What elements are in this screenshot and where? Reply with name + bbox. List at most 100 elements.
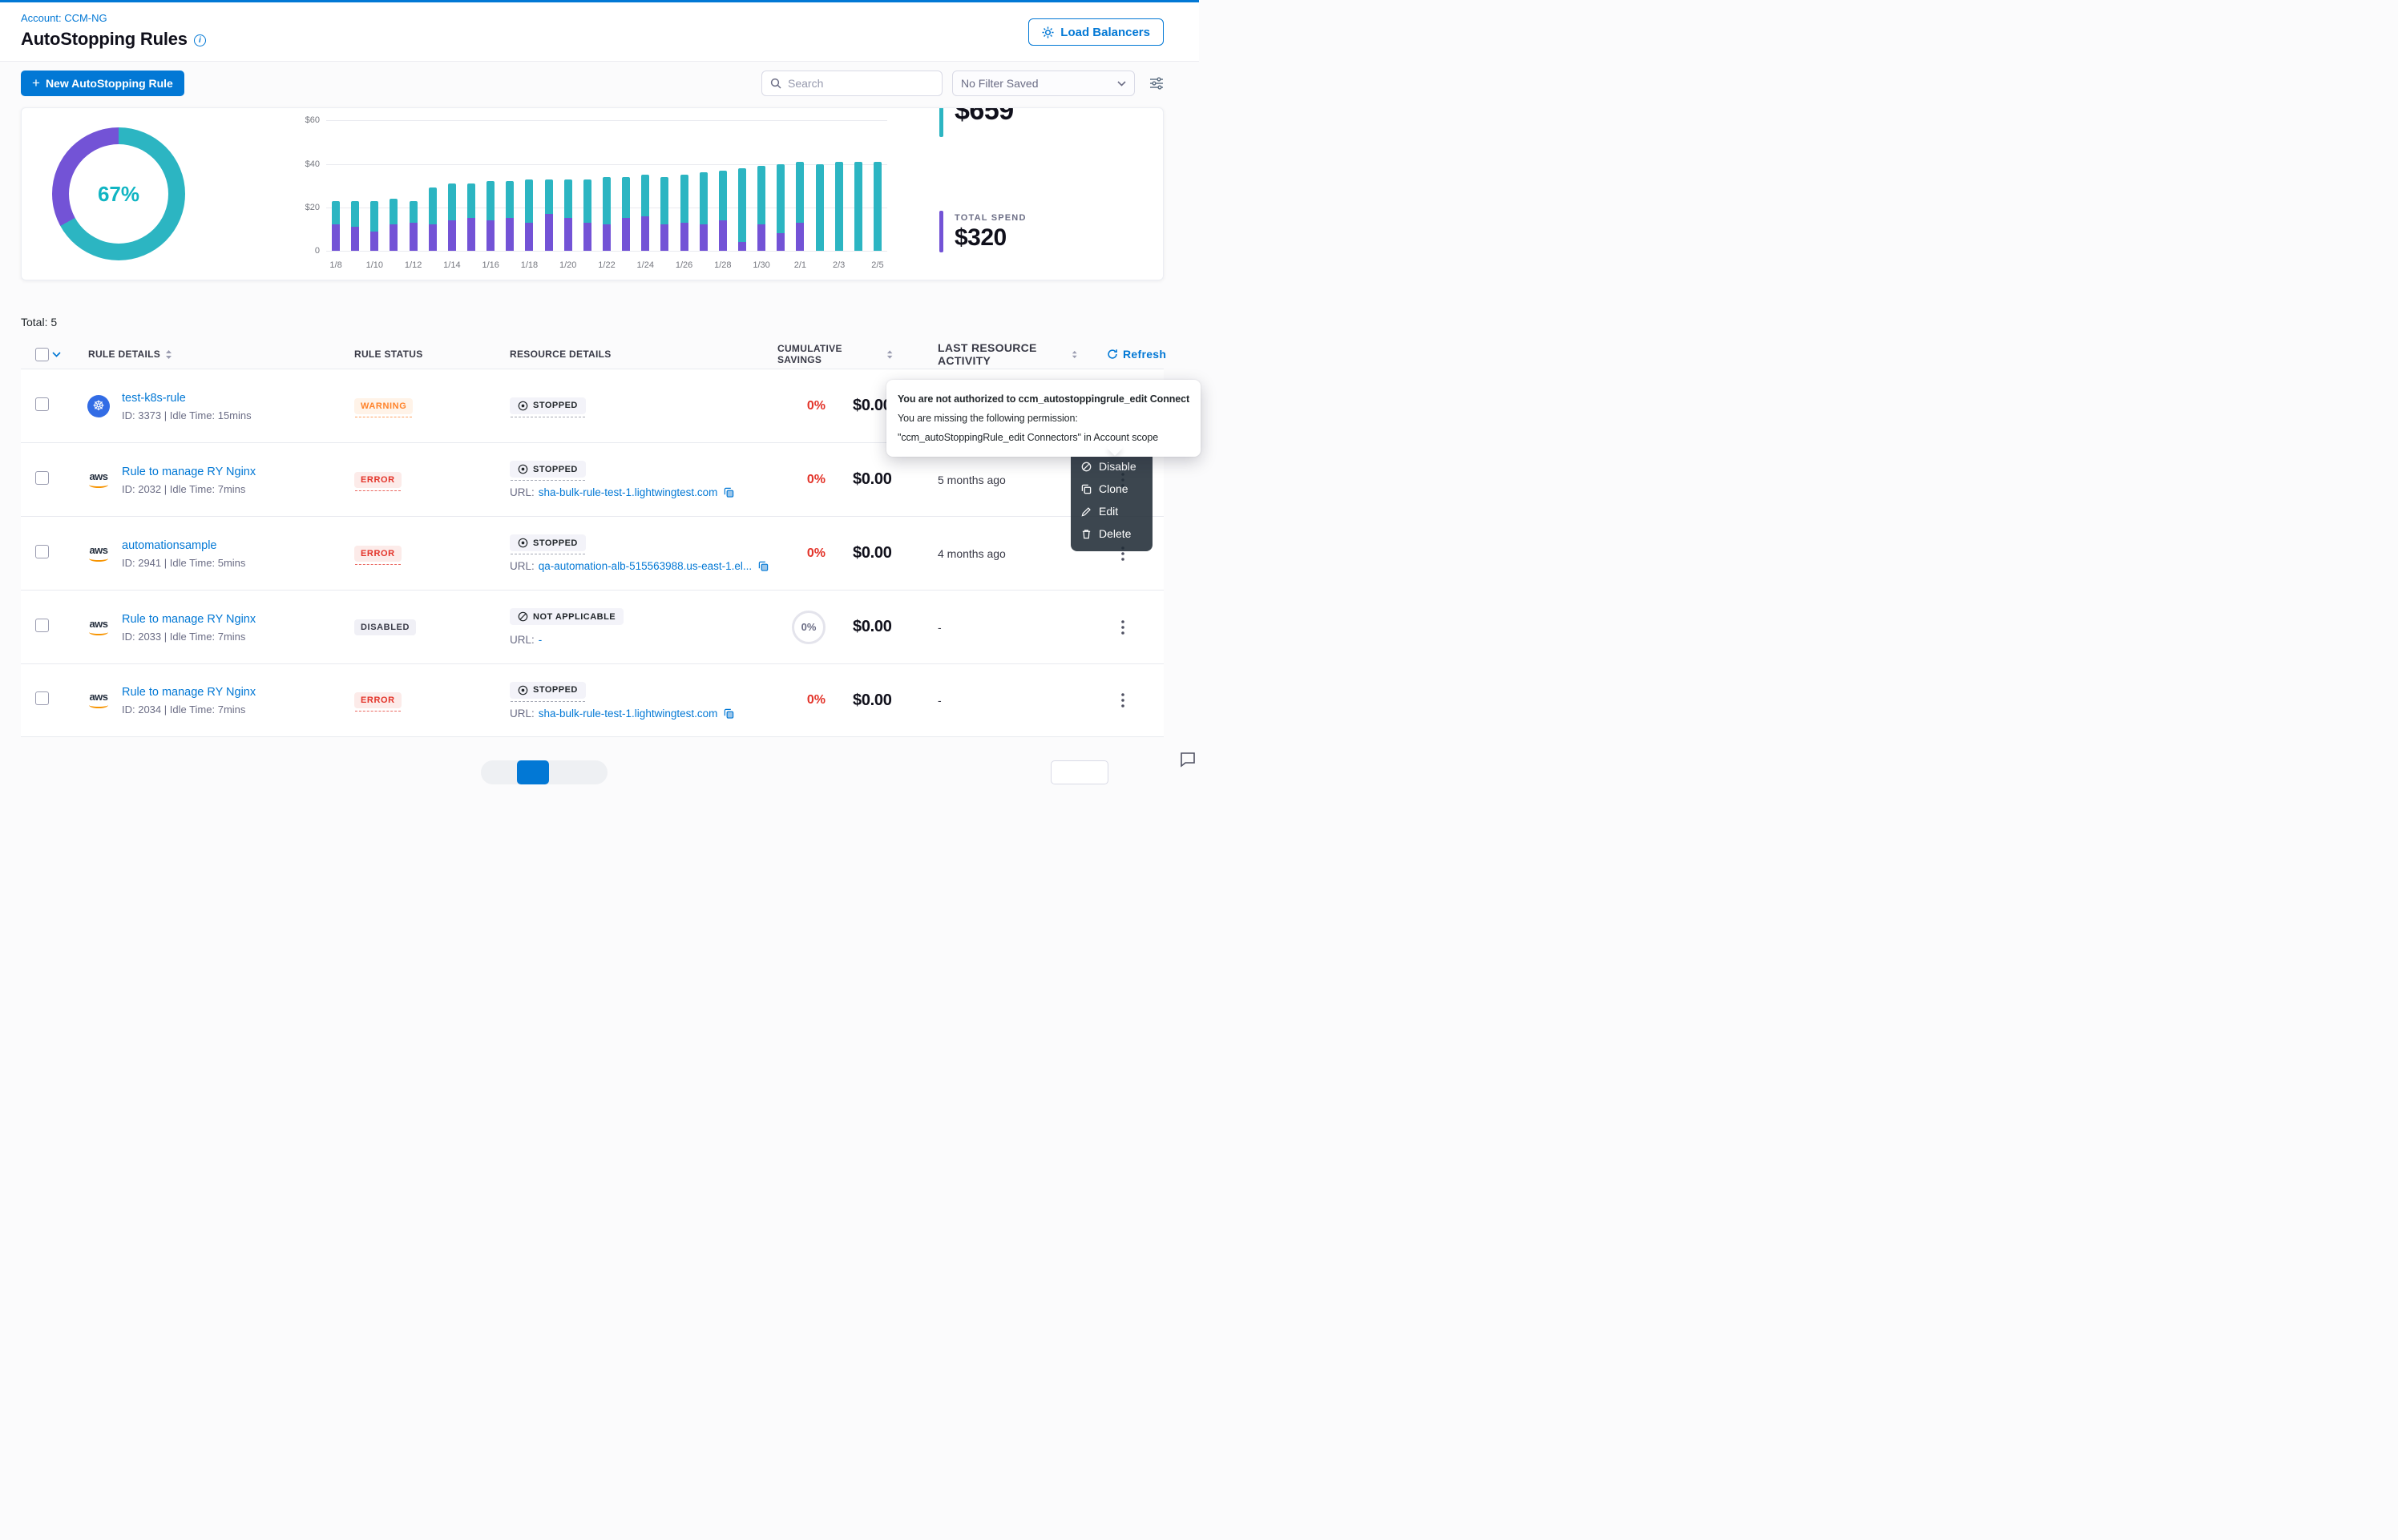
saved-filter-dropdown[interactable]: No Filter Saved [952,71,1135,96]
load-balancers-button[interactable]: Load Balancers [1028,18,1164,46]
resource-state-badge[interactable]: STOPPED [510,534,586,551]
bar-plot: $60$40$2001/81/101/121/141/161/181/201/2… [326,116,887,251]
last-activity: - [893,621,1077,634]
info-icon[interactable]: i [194,34,206,46]
row-checkbox[interactable] [35,545,49,558]
stopped-icon [518,401,528,411]
rule-name-link[interactable]: Rule to manage RY Nginx [122,613,256,626]
resource-url-link[interactable]: qa-automation-alb-515563988.us-east-1.el… [539,560,752,572]
row-checkbox[interactable] [35,691,49,705]
bar-2/4 [854,162,862,251]
page-header: Account: CCM-NG AutoStopping Rules i Loa… [0,2,1199,62]
kubernetes-icon: ☸ [87,395,110,417]
resource-state-badge[interactable]: STOPPED [510,397,586,414]
url-label: URL: [510,486,535,498]
menu-item-edit[interactable]: Edit [1071,500,1153,522]
search-input[interactable] [788,77,934,90]
select-all-checkbox[interactable] [35,348,49,361]
stopped-icon [518,685,528,695]
bar-1/12 [410,201,418,251]
menu-item-disable[interactable]: Disable [1071,455,1153,478]
aws-icon: aws [87,692,111,708]
search-input-wrap [761,71,943,96]
summary-savings-clipped: $659 [939,107,1014,137]
col-last-resource-activity[interactable]: LAST RESOURCE ACTIVITY [893,341,1077,367]
row-checkbox[interactable] [35,397,49,411]
status-badge[interactable]: ERROR [354,546,402,562]
savings-amount: $0.00 [853,470,892,489]
resource-url-link[interactable]: - [539,634,543,646]
bar-1/21 [583,179,591,251]
col-cumulative-savings[interactable]: CUMULATIVE SAVINGS [749,343,893,365]
summary-chart-card: 67% $60$40$2001/81/101/121/141/161/181/2… [21,107,1164,280]
aws-icon: aws [87,619,111,635]
sort-icon[interactable] [1072,349,1077,360]
row-actions-kebab[interactable] [1118,690,1128,711]
refresh-button[interactable]: Refresh [1077,348,1166,361]
bar-1/17 [506,181,514,251]
bar-1/28 [719,171,727,251]
chevron-down-icon[interactable] [52,352,61,357]
resource-state-badge[interactable]: STOPPED [510,461,586,478]
sort-icon[interactable] [165,349,172,360]
bar-1/18 [525,179,533,251]
menu-item-clone[interactable]: Clone [1071,478,1153,500]
table-header-row: RULE DETAILS RULE STATUS RESOURCE DETAIL… [21,340,1164,369]
row-checkbox[interactable] [35,471,49,485]
row-checkbox[interactable] [35,619,49,632]
chevron-down-icon [1117,81,1126,87]
savings-amount: $0.00 [853,691,892,710]
toolbar: + New AutoStopping Rule No Filter Saved [0,62,1199,105]
bar-1/20 [564,179,572,251]
rule-meta: ID: 2033 | Idle Time: 7mins [122,631,256,643]
col-rule-details[interactable]: RULE DETAILS [67,349,332,360]
bar-1/11 [390,199,398,251]
new-autostopping-rule-button[interactable]: + New AutoStopping Rule [21,71,184,96]
rule-name-link[interactable]: Rule to manage RY Nginx [122,466,256,478]
pagination-current-page[interactable] [517,760,549,784]
savings-percent: 0% [749,399,826,413]
resource-state-badge[interactable]: STOPPED [510,682,586,699]
bar-1/25 [660,177,668,251]
clone-icon [1081,484,1092,494]
filter-panel-button[interactable] [1149,77,1164,90]
not-applicable-icon [518,611,528,622]
copy-icon[interactable] [724,708,734,719]
bar-1/8 [332,201,340,251]
last-activity: 5 months ago [893,474,1077,486]
status-badge[interactable]: WARNING [354,398,413,414]
search-icon [770,78,781,89]
savings-amount: $0.00 [853,618,892,636]
resource-state-badge[interactable]: NOT APPLICABLE [510,608,624,625]
resource-url-link[interactable]: sha-bulk-rule-test-1.lightwingtest.com [539,486,718,498]
bar-1/10 [370,201,378,251]
status-badge[interactable]: ERROR [354,472,402,488]
resource-url-link[interactable]: sha-bulk-rule-test-1.lightwingtest.com [539,708,718,720]
status-badge[interactable]: DISABLED [354,619,416,635]
rule-name-link[interactable]: test-k8s-rule [122,392,186,405]
last-activity: 4 months ago [893,547,1077,560]
account-breadcrumb[interactable]: Account: CCM-NG [21,12,206,24]
donut-percent-label: 67% [98,182,139,207]
col-rule-status: RULE STATUS [332,349,492,360]
bar-2/2 [816,164,824,251]
chat-bubble-icon[interactable] [1178,750,1197,773]
bar-2/3 [835,162,843,251]
donut-chart: 67% [52,127,185,260]
total-count-label: Total: 5 [21,316,1178,329]
status-badge[interactable]: ERROR [354,692,402,708]
rule-name-link[interactable]: Rule to manage RY Nginx [122,686,256,699]
row-actions-kebab[interactable] [1118,617,1128,638]
rule-name-link[interactable]: automationsample [122,539,217,552]
copy-icon[interactable] [724,487,734,498]
row-context-menu: Disable Clone Edit Delete [1071,449,1153,551]
bar-1/31 [777,164,785,251]
bar-1/15 [467,183,475,251]
bar-1/22 [603,177,611,251]
sort-icon[interactable] [886,349,893,360]
savings-percent-ring: 0% [792,611,826,644]
stopped-icon [518,538,528,548]
pagination-page-size[interactable] [1051,760,1108,784]
savings-amount: $0.00 [853,544,892,562]
menu-item-delete[interactable]: Delete [1071,522,1153,545]
